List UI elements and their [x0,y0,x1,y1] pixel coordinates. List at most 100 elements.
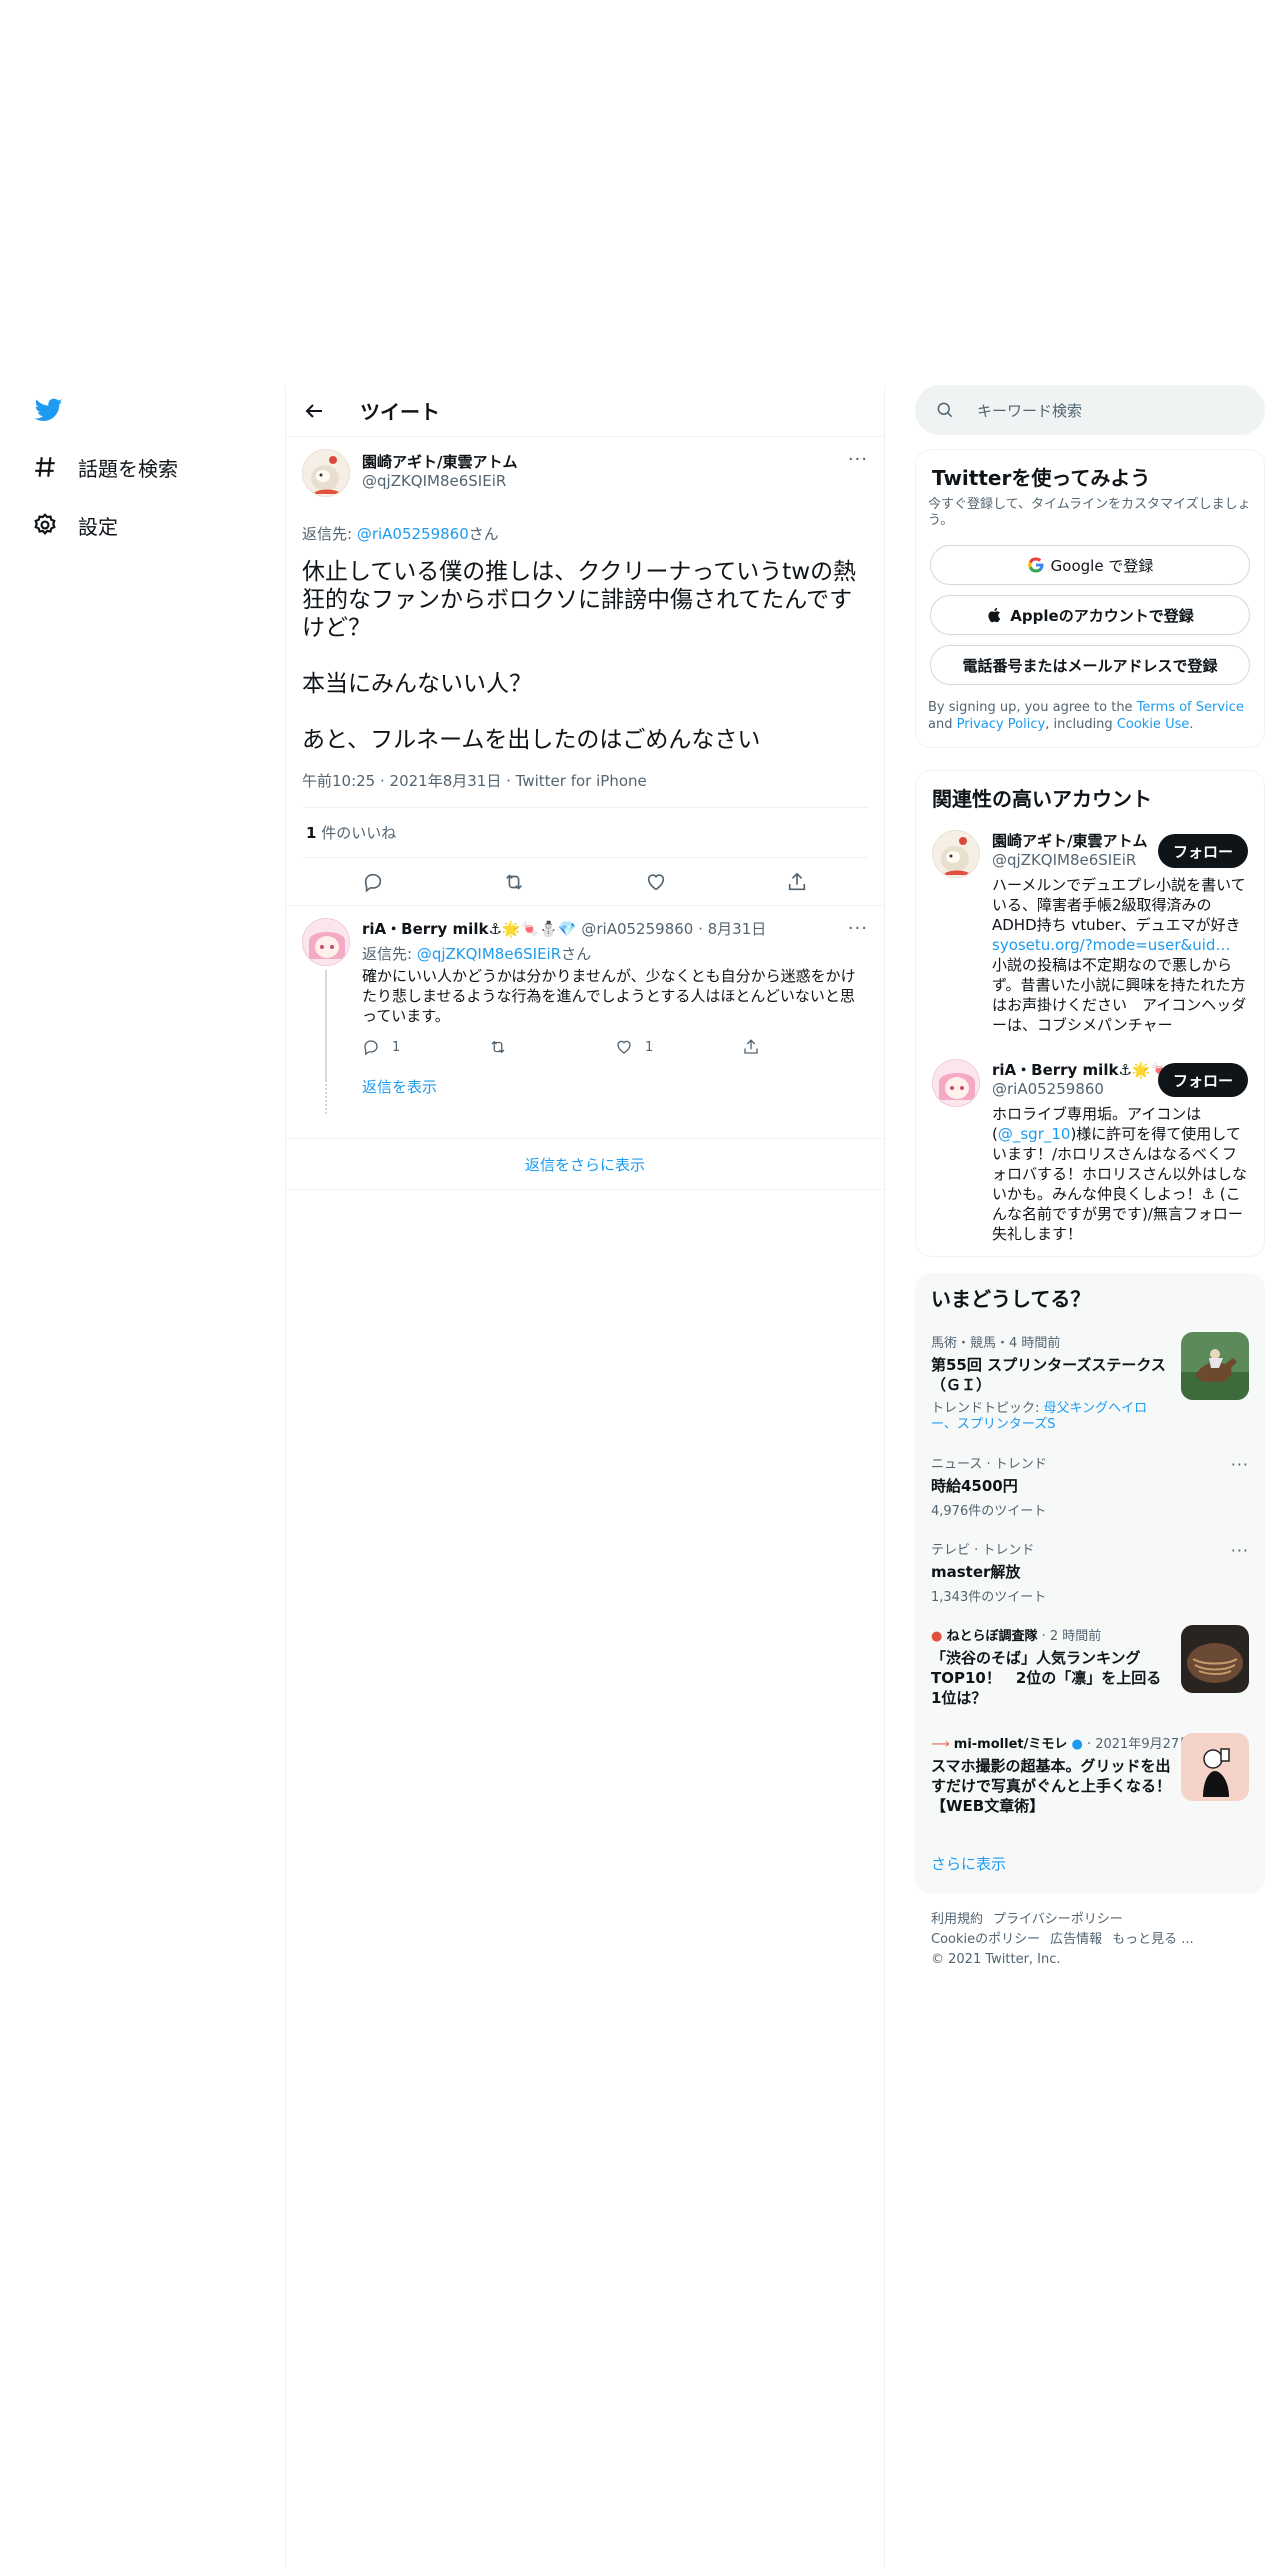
news-time: · 2021年9月27日 [1082,1737,1193,1752]
reply-date[interactable]: 8月31日 [708,920,767,938]
trend-more-options-icon[interactable]: ··· [1231,1455,1249,1474]
footer-ads-link[interactable]: 広告情報 [1050,1932,1102,1947]
retweet-icon[interactable] [503,871,525,893]
reply-more-options-icon[interactable]: ··· [848,918,868,939]
footer-more-link[interactable]: もっと見る ... [1112,1932,1194,1947]
reply-author-handle[interactable]: @riA05259860 [581,920,693,938]
reply-like-count: 1 [645,1039,654,1055]
reply-to-prefix: 返信先: [302,525,357,543]
follow-button[interactable]: フォロー [1158,834,1248,868]
page-header: ツイート [286,385,884,437]
reply-reply-button[interactable]: 1 [362,1038,489,1056]
trend-tweet-count: 1,343件のツイート [931,1590,1047,1605]
show-more-replies-button[interactable]: 返信をさらに表示 [286,1138,884,1190]
author-name[interactable]: 園崎アギト/東雲アトム [362,451,517,472]
trend-item[interactable]: テレビ · トレンド master解放 1,343件のツイート ··· [915,1529,1265,1615]
footer-links: 利用規約 プライバシーポリシー Cookieのポリシー 広告情報 もっと見る ... … [915,1894,1265,1986]
account-avatar[interactable] [932,830,980,878]
reply-to-link[interactable]: @qjZKQIM8e6SIEiR [417,945,561,963]
reply-text: 確かにいい人かどうかは分かりませんが、少なくとも自分から迷惑をかけたり悲しませる… [362,967,856,1025]
account-bio-link[interactable]: syosetu.org/?mode=user&uid… [992,936,1230,954]
reply-share-button[interactable] [742,1038,869,1056]
account-bio: ハーメルンでデュエプレ小説を書いている、障害者手帳2級取得済みのADHD持ち v… [992,875,1248,1035]
account-bio-text-2: 小説の投稿は不定期なので悪しからず。昔書いた小説に興味を持たれた方はお声掛けくだ… [992,956,1247,1034]
trend-title: master解放 [931,1563,1021,1581]
nav-explore[interactable]: 話題を検索 [32,447,178,487]
phone-signup-button[interactable]: 電話番号またはメールアドレスで登録 [930,645,1250,685]
reply-like-button[interactable]: 1 [615,1038,742,1056]
account-bio-link[interactable]: @_sgr_10 [998,1125,1071,1143]
reply-retweet-button[interactable] [489,1038,616,1056]
twitter-bird-icon[interactable] [32,396,66,424]
search-icon [937,402,953,418]
reply-to-prefix: 返信先: [362,945,417,963]
terms-link[interactable]: Terms of Service [1137,700,1244,715]
trend-item[interactable]: ニュース · トレンド 時給4500円 4,976件のツイート ··· [915,1443,1265,1529]
news-title: スマホ撮影の超基本。グリッドを出すだけで写真がぐんと上手くなる！【WEB文章術】 [931,1757,1172,1815]
privacy-link[interactable]: Privacy Policy [957,717,1046,732]
horse-racing-thumbnail [1181,1332,1249,1400]
share-icon[interactable] [786,871,808,893]
likes-label: 件のいいね [316,824,397,842]
reply-action-bar: 1 1 [362,1038,868,1056]
account-bio-text-1: ハーメルンでデュエプレ小説を書いている、障害者手帳2級取得済みのADHD持ち v… [992,876,1246,934]
suggested-account[interactable]: 園崎アギト/東雲アトム @qjZKQIM8e6SIEiR ハーメルンでデュエプレ… [916,818,1264,1047]
news-source: mi-mollet/ミモレ [953,1737,1068,1752]
page-title: ツイート [360,400,440,424]
footer-cookie-link[interactable]: Cookieのポリシー [931,1932,1040,1947]
author-avatar[interactable] [302,449,350,497]
signup-legal-text: By signing up, you agree to the Terms of… [916,685,1264,747]
author-handle[interactable]: @qjZKQIM8e6SIEiR [362,472,517,490]
reply-to-link[interactable]: @riA05259860 [357,525,469,543]
footer-terms-link[interactable]: 利用規約 [931,1912,983,1927]
reply-tweet[interactable]: riA・Berry milk⚓🌟🍬⛄💎 @riA05259860 · 8月31日… [286,906,884,1138]
like-icon[interactable] [645,871,667,893]
news-item[interactable]: ⟶ mi-mollet/ミモレ ● · 2021年9月27日 スマホ撮影の超基本… [915,1723,1265,1835]
trend-title: 第55回 スプリンターズステークス（ＧＩ） [931,1356,1166,1394]
thread-line [325,970,327,1082]
search-input[interactable]: キーワード検索 [977,400,1082,421]
news-time: · 2 時間前 [1037,1629,1102,1644]
account-bio: ホロライブ専用垢。アイコンは(@_sgr_10)様に許可を得て使用しています！/… [992,1104,1248,1244]
who-to-follow-card: 関連性の高いアカウント 園崎アギト/東雲アトム @qjZKQIM8e6SIEiR… [915,770,1265,1257]
search-box[interactable]: キーワード検索 [915,385,1265,435]
tweet-action-bar [286,858,884,906]
likes-summary[interactable]: 1 件のいいね [302,808,868,858]
google-signup-button[interactable]: Google で登録 [930,545,1250,585]
account-avatar[interactable] [932,1059,980,1107]
suggested-account[interactable]: riA・Berry milk⚓🌟🍬 @riA05259860 ホロライブ専用垢。… [916,1047,1264,1256]
news-item[interactable]: ● ねとらぼ調査隊 · 2 時間前 「渋谷のそば」人気ランキングTOP10！ 2… [915,1615,1265,1723]
trend-more-options-icon[interactable]: ··· [1231,1541,1249,1560]
nav-settings[interactable]: 設定 [32,505,118,545]
tweet-text: 休止している僕の推しは、ククリーナっていうtwの熱狂的なファンからボロクソに誹謗… [302,559,857,753]
cookie-link[interactable]: Cookie Use [1117,717,1190,732]
who-to-follow-title: 関連性の高いアカウント [932,787,1152,811]
trend-category: ニュース · トレンド [931,1457,1047,1472]
nav-settings-label: 設定 [78,514,118,539]
phone-signup-label: 電話番号またはメールアドレスで登録 [962,656,1218,675]
more-options-icon[interactable]: ··· [848,449,868,470]
tweet-time[interactable]: 午前10:25 [302,772,375,790]
legal-text-2: and [928,717,957,732]
reply-to-suffix: さん [561,945,592,963]
news-source: ねとらぼ調査隊 [946,1629,1038,1644]
trend-item[interactable]: 馬術・競馬・4 時間前 第55回 スプリンターズステークス（ＧＩ） トレンドトピ… [915,1322,1265,1443]
reply-to-line: 返信先: @riA05259860さん [302,523,868,544]
gear-icon [32,512,58,538]
google-icon [1027,557,1044,573]
back-arrow-icon[interactable] [302,399,326,423]
show-replies-link[interactable]: 返信を表示 [362,1076,868,1097]
reply-author-name[interactable]: riA・Berry milk⚓🌟🍬⛄💎 [362,920,577,938]
tweet-date[interactable]: 2021年8月31日 [390,772,502,790]
reply-icon[interactable] [362,871,384,893]
follow-button[interactable]: フォロー [1158,1063,1248,1097]
footer-privacy-link[interactable]: プライバシーポリシー [993,1912,1123,1927]
show-more-trends-link[interactable]: さらに表示 [915,1835,1265,1894]
apple-signup-button[interactable]: Appleのアカウントで登録 [930,595,1250,635]
trend-tweet-count: 4,976件のツイート [931,1504,1047,1519]
right-sidebar: キーワード検索 Twitterを使ってみよう 今すぐ登録して、タイムラインをカス… [915,385,1265,1986]
main-tweet: 園崎アギト/東雲アトム @qjZKQIM8e6SIEiR ··· 返信先: @r… [286,437,884,906]
retweet-icon [491,1040,504,1054]
reply-author-avatar[interactable] [302,918,350,966]
reply-count: 1 [392,1039,401,1055]
